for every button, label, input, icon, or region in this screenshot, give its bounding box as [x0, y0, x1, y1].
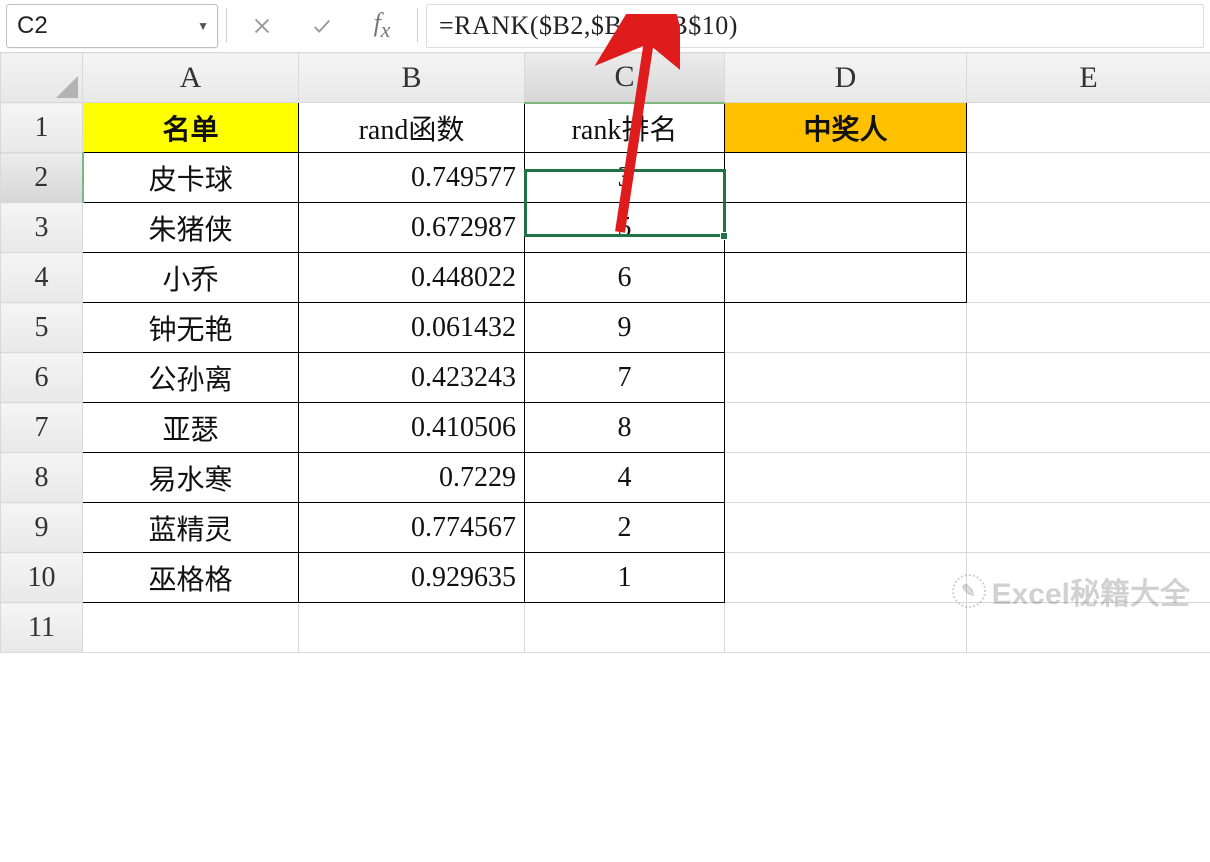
watermark-icon: ✎ [952, 574, 986, 608]
cell-C11[interactable] [525, 603, 725, 653]
cell-D8[interactable] [725, 453, 967, 503]
cell-B5[interactable]: 0.061432 [299, 303, 525, 353]
row-4: 4小乔0.4480226 [1, 253, 1210, 303]
cell-E5[interactable] [967, 303, 1210, 353]
cell-B6[interactable]: 0.423243 [299, 353, 525, 403]
cell-A5[interactable]: 钟无艳 [83, 303, 299, 353]
cell-E4[interactable] [967, 253, 1210, 303]
cell-B10[interactable]: 0.929635 [299, 553, 525, 603]
row-1: 1名单rand函数rank排名中奖人 [1, 103, 1210, 153]
formula-input[interactable]: =RANK($B2,$B$2:$B$10) [426, 4, 1204, 48]
col-header-A[interactable]: A [83, 53, 299, 103]
cell-D9[interactable] [725, 503, 967, 553]
cell-B9[interactable]: 0.774567 [299, 503, 525, 553]
name-box-text: C2 [17, 12, 197, 40]
formula-bar: C2 ▼ fx =RANK($B2,$B$2:$B$10) [0, 0, 1210, 52]
row-header-7[interactable]: 7 [1, 403, 83, 453]
cell-C2[interactable]: 3 [525, 153, 725, 203]
cell-D11[interactable] [725, 603, 967, 653]
cell-A7[interactable]: 亚瑟 [83, 403, 299, 453]
x-icon [251, 15, 273, 37]
row-header-2[interactable]: 2 [1, 153, 83, 203]
cell-E8[interactable] [967, 453, 1210, 503]
col-header-B[interactable]: B [299, 53, 525, 103]
row-6: 6公孙离0.4232437 [1, 353, 1210, 403]
watermark-text: Excel秘籍大全 [992, 569, 1190, 613]
name-box[interactable]: C2 ▼ [6, 4, 218, 48]
cell-C4[interactable]: 6 [525, 253, 725, 303]
cell-B1[interactable]: rand函数 [299, 103, 525, 153]
spreadsheet-grid[interactable]: ABCDE 1名单rand函数rank排名中奖人2皮卡球0.74957733朱猪… [0, 52, 1210, 653]
cell-E9[interactable] [967, 503, 1210, 553]
cell-E2[interactable] [967, 153, 1210, 203]
cell-D5[interactable] [725, 303, 967, 353]
cell-B11[interactable] [299, 603, 525, 653]
row-header-9[interactable]: 9 [1, 503, 83, 553]
cell-E7[interactable] [967, 403, 1210, 453]
cell-C9[interactable]: 2 [525, 503, 725, 553]
separator [226, 8, 227, 42]
cell-B3[interactable]: 0.672987 [299, 203, 525, 253]
row-9: 9蓝精灵0.7745672 [1, 503, 1210, 553]
cell-C10[interactable]: 1 [525, 553, 725, 603]
cell-A8[interactable]: 易水寒 [83, 453, 299, 503]
name-box-dropdown-icon[interactable]: ▼ [197, 19, 209, 34]
row-2: 2皮卡球0.7495773 [1, 153, 1210, 203]
cell-A3[interactable]: 朱猪侠 [83, 203, 299, 253]
row-header-6[interactable]: 6 [1, 353, 83, 403]
cell-D7[interactable] [725, 403, 967, 453]
cell-D6[interactable] [725, 353, 967, 403]
cell-D10[interactable] [725, 553, 967, 603]
col-header-D[interactable]: D [725, 53, 967, 103]
cell-B8[interactable]: 0.7229 [299, 453, 525, 503]
cell-A2[interactable]: 皮卡球 [83, 153, 299, 203]
cell-A9[interactable]: 蓝精灵 [83, 503, 299, 553]
formula-text: =RANK($B2,$B$2:$B$10) [439, 11, 738, 41]
cell-E1[interactable] [967, 103, 1210, 153]
cell-C5[interactable]: 9 [525, 303, 725, 353]
watermark: ✎ Excel秘籍大全 [952, 569, 1190, 613]
cell-A10[interactable]: 巫格格 [83, 553, 299, 603]
cell-A4[interactable]: 小乔 [83, 253, 299, 303]
column-header-row: ABCDE [1, 53, 1210, 103]
cell-D4[interactable] [725, 253, 967, 303]
cell-E6[interactable] [967, 353, 1210, 403]
fx-icon: fx [374, 8, 391, 43]
cell-B4[interactable]: 0.448022 [299, 253, 525, 303]
row-5: 5钟无艳0.0614329 [1, 303, 1210, 353]
row-header-4[interactable]: 4 [1, 253, 83, 303]
cell-A6[interactable]: 公孙离 [83, 353, 299, 403]
cell-A11[interactable] [83, 603, 299, 653]
row-8: 8易水寒0.72294 [1, 453, 1210, 503]
cell-C8[interactable]: 4 [525, 453, 725, 503]
col-header-E[interactable]: E [967, 53, 1210, 103]
fx-button[interactable]: fx [355, 4, 409, 48]
col-header-C[interactable]: C [525, 53, 725, 103]
separator [417, 8, 418, 42]
cell-E3[interactable] [967, 203, 1210, 253]
cell-D1[interactable]: 中奖人 [725, 103, 967, 153]
select-all-corner[interactable] [1, 53, 83, 103]
row-header-11[interactable]: 11 [1, 603, 83, 653]
row-header-5[interactable]: 5 [1, 303, 83, 353]
cell-C3[interactable]: 5 [525, 203, 725, 253]
cell-D2[interactable] [725, 153, 967, 203]
enter-button[interactable] [295, 4, 349, 48]
row-header-10[interactable]: 10 [1, 553, 83, 603]
cell-C1[interactable]: rank排名 [525, 103, 725, 153]
row-header-1[interactable]: 1 [1, 103, 83, 153]
row-3: 3朱猪侠0.6729875 [1, 203, 1210, 253]
cell-A1[interactable]: 名单 [83, 103, 299, 153]
cell-C6[interactable]: 7 [525, 353, 725, 403]
cell-D3[interactable] [725, 203, 967, 253]
cell-C7[interactable]: 8 [525, 403, 725, 453]
cell-B7[interactable]: 0.410506 [299, 403, 525, 453]
row-header-8[interactable]: 8 [1, 453, 83, 503]
check-icon [311, 15, 333, 37]
row-header-3[interactable]: 3 [1, 203, 83, 253]
cell-B2[interactable]: 0.749577 [299, 153, 525, 203]
cancel-button[interactable] [235, 4, 289, 48]
row-7: 7亚瑟0.4105068 [1, 403, 1210, 453]
